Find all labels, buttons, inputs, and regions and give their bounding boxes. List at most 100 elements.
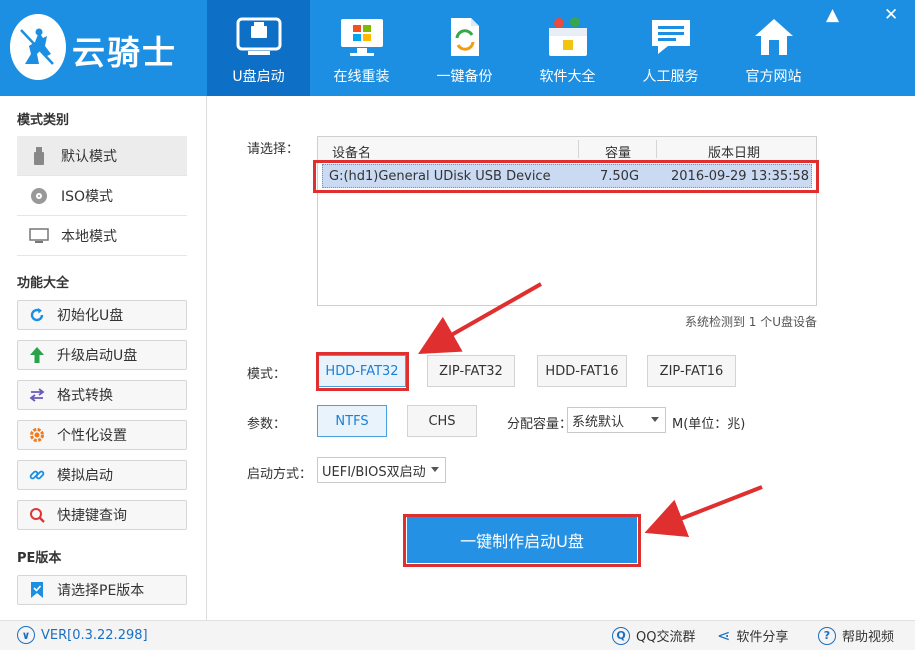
footer-link-label: 帮助视频: [842, 630, 895, 645]
software-box-icon: [544, 15, 592, 59]
arrow-to-make-button: [644, 485, 763, 537]
minimize-button[interactable]: ▲: [826, 7, 839, 24]
mode-hdd-fat32-button[interactable]: HDD-FAT32: [318, 355, 406, 387]
init-usb-button[interactable]: 初始化U盘: [17, 300, 187, 330]
mode-zip-fat16-button[interactable]: ZIP-FAT16: [647, 355, 736, 387]
table-row[interactable]: G:(hd1)General UDisk USB Device 7.50G 20…: [322, 164, 812, 188]
nav-software-collection[interactable]: 软件大全: [516, 0, 619, 96]
share-icon: ⋖: [717, 626, 731, 645]
bookmark-icon: [27, 582, 47, 598]
disc-icon: [29, 187, 49, 205]
search-icon: [27, 507, 47, 523]
nav-label: 在线重装: [333, 69, 390, 85]
home-icon: [750, 15, 798, 59]
sidebar-item-iso-mode[interactable]: ISO模式: [17, 176, 187, 216]
link-icon: [27, 467, 47, 483]
monitor-windows-icon: [338, 15, 386, 59]
func-label: 升级启动U盘: [57, 348, 138, 364]
sidebar: 模式类别 默认模式 ISO模式 本地模式 功能大全 初始化U盘 升级启动U盘 格…: [0, 96, 207, 620]
version-text: VER[0.3.22.298]: [41, 627, 148, 643]
version-info[interactable]: ∨ VER[0.3.22.298]: [17, 626, 148, 644]
func-label: 请选择PE版本: [57, 583, 145, 599]
mode-hdd-fat16-button[interactable]: HDD-FAT16: [537, 355, 627, 387]
sidebar-item-local-mode[interactable]: 本地模式: [17, 216, 187, 256]
col-separator: [578, 140, 579, 158]
qq-icon: Q: [612, 626, 630, 645]
gear-icon: [27, 427, 47, 443]
qq-group-link[interactable]: Q QQ交流群: [612, 626, 695, 645]
func-label: 初始化U盘: [57, 308, 124, 324]
backup-file-icon: [441, 15, 489, 59]
upgrade-usb-button[interactable]: 升级启动U盘: [17, 340, 187, 370]
nav-label: U盘启动: [232, 69, 285, 85]
func-label: 个性化设置: [57, 428, 127, 444]
func-label: 模拟启动: [57, 468, 113, 484]
chevron-down-icon: [431, 467, 439, 472]
select-pe-version-button[interactable]: 请选择PE版本: [17, 575, 187, 605]
col-version-date: 版本日期: [708, 146, 761, 161]
nav-label: 官方网站: [745, 69, 802, 85]
mode-label: 模式：: [247, 367, 287, 382]
nav-label: 一键备份: [436, 69, 493, 85]
alloc-capacity-select[interactable]: 系统默认: [567, 407, 666, 433]
param-label: 参数：: [247, 417, 287, 432]
footer-link-label: QQ交流群: [636, 630, 696, 645]
alloc-value: 系统默认: [572, 414, 625, 430]
software-share-link[interactable]: ⋖ 软件分享: [717, 626, 788, 645]
help-video-link[interactable]: ? 帮助视频: [818, 626, 894, 645]
chat-bubble-icon: [647, 15, 695, 59]
personalize-button[interactable]: 个性化设置: [17, 420, 187, 450]
pe-category-title: PE版本: [17, 551, 62, 566]
nav-usb-boot[interactable]: U盘启动: [207, 0, 310, 96]
chevron-down-icon: [651, 417, 659, 422]
alloc-unit: M(单位：兆): [672, 417, 746, 432]
sidebar-item-label: 本地模式: [61, 228, 117, 245]
param-ntfs-button[interactable]: NTFS: [317, 405, 387, 437]
col-device-name: 设备名: [332, 146, 372, 161]
knight-logo-icon: [10, 14, 66, 80]
boot-label: 启动方式：: [247, 467, 313, 482]
row-device-name: G:(hd1)General UDisk USB Device: [329, 169, 551, 184]
boot-mode-select[interactable]: UEFI/BIOS双启动: [317, 457, 446, 483]
make-boot-usb-button[interactable]: 一键制作启动U盘: [407, 517, 637, 563]
sidebar-item-label: 默认模式: [61, 148, 117, 165]
function-category-title: 功能大全: [17, 276, 70, 291]
mode-category-title: 模式类别: [17, 113, 70, 128]
hotkey-query-button[interactable]: 快捷键查询: [17, 500, 187, 530]
logo: 云骑士: [0, 0, 207, 96]
swap-arrows-icon: [27, 388, 47, 402]
alloc-label: 分配容量：: [507, 417, 573, 432]
arrow-up-icon: [27, 347, 47, 363]
col-capacity: 容量: [605, 146, 632, 161]
top-nav: U盘启动 在线重装 一键备份 软件大全 人工服务 官方网站: [207, 0, 825, 96]
close-button[interactable]: ✕: [884, 7, 898, 24]
usb-stick-icon: [29, 146, 49, 165]
version-chevron-icon: ∨: [17, 626, 35, 644]
nav-online-reinstall[interactable]: 在线重装: [310, 0, 413, 96]
nav-manual-service[interactable]: 人工服务: [619, 0, 722, 96]
mode-zip-fat32-button[interactable]: ZIP-FAT32: [427, 355, 515, 387]
boot-value: UEFI/BIOS双启动: [322, 464, 426, 480]
format-convert-button[interactable]: 格式转换: [17, 380, 187, 410]
monitor-icon: [29, 227, 49, 244]
select-label: 请选择：: [247, 142, 300, 157]
row-date: 2016-09-29 13:35:58: [671, 169, 810, 184]
table-header: 设备名 容量 版本日期: [318, 137, 816, 161]
sidebar-item-default-mode[interactable]: 默认模式: [17, 136, 187, 176]
device-table[interactable]: 设备名 容量 版本日期 G:(hd1)General UDisk USB Dev…: [317, 136, 817, 306]
footer: ∨ VER[0.3.22.298] Q QQ交流群 ⋖ 软件分享 ? 帮助视频: [0, 620, 915, 650]
sidebar-item-label: ISO模式: [61, 188, 114, 205]
header: 云骑士 U盘启动 在线重装 一键备份 软件大全 人工服务 官方网站 ▲ ✕: [0, 0, 915, 96]
logo-text: 云骑士: [72, 33, 177, 72]
simulate-boot-button[interactable]: 模拟启动: [17, 460, 187, 490]
detected-status: 系统检测到 1 个U盘设备: [684, 315, 817, 329]
param-chs-button[interactable]: CHS: [407, 405, 477, 437]
usb-drive-icon: [235, 15, 283, 59]
nav-label: 软件大全: [539, 69, 596, 85]
nav-official-site[interactable]: 官方网站: [722, 0, 825, 96]
func-label: 格式转换: [57, 388, 113, 404]
row-capacity: 7.50G: [600, 169, 640, 184]
func-label: 快捷键查询: [57, 508, 127, 524]
help-icon: ?: [818, 626, 836, 645]
nav-one-key-backup[interactable]: 一键备份: [413, 0, 516, 96]
